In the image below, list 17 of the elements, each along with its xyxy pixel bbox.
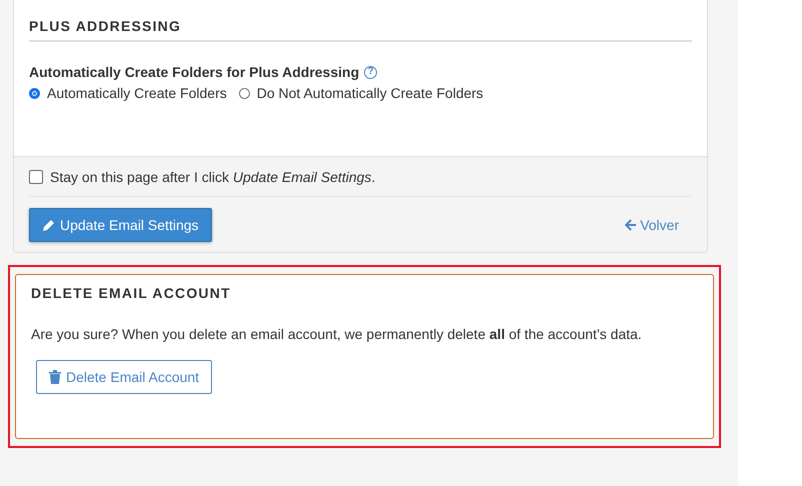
field-label: Automatically Create Folders for Plus Addressing: [29, 64, 360, 80]
checkbox[interactable]: [29, 170, 43, 184]
help-icon[interactable]: ?: [364, 66, 378, 78]
card-title: DELETE EMAIL ACCOUNT: [31, 285, 232, 301]
radio-option[interactable]: Automatically Create Folders: [29, 85, 227, 101]
radio-icon[interactable]: [29, 88, 40, 98]
radio-option[interactable]: Do Not Automatically Create Folders: [238, 85, 484, 101]
arrow-left-icon: [625, 219, 638, 231]
update-button[interactable]: Update Email Settings: [29, 208, 212, 242]
delete-button[interactable]: Delete Email Account: [36, 360, 212, 394]
warning-message: Are you sure? When you delete an email account, we permanently delete all of the account’s data.: [31, 326, 643, 342]
pencil-icon: [42, 218, 56, 232]
trash-icon: [49, 370, 61, 384]
back-link[interactable]: Volver: [625, 217, 679, 233]
radio-icon[interactable]: [238, 88, 250, 98]
section-title: PLUS ADDRESSING: [29, 18, 692, 42]
checkbox-label: Stay on this page after I click Update Email Settings.: [50, 168, 376, 184]
